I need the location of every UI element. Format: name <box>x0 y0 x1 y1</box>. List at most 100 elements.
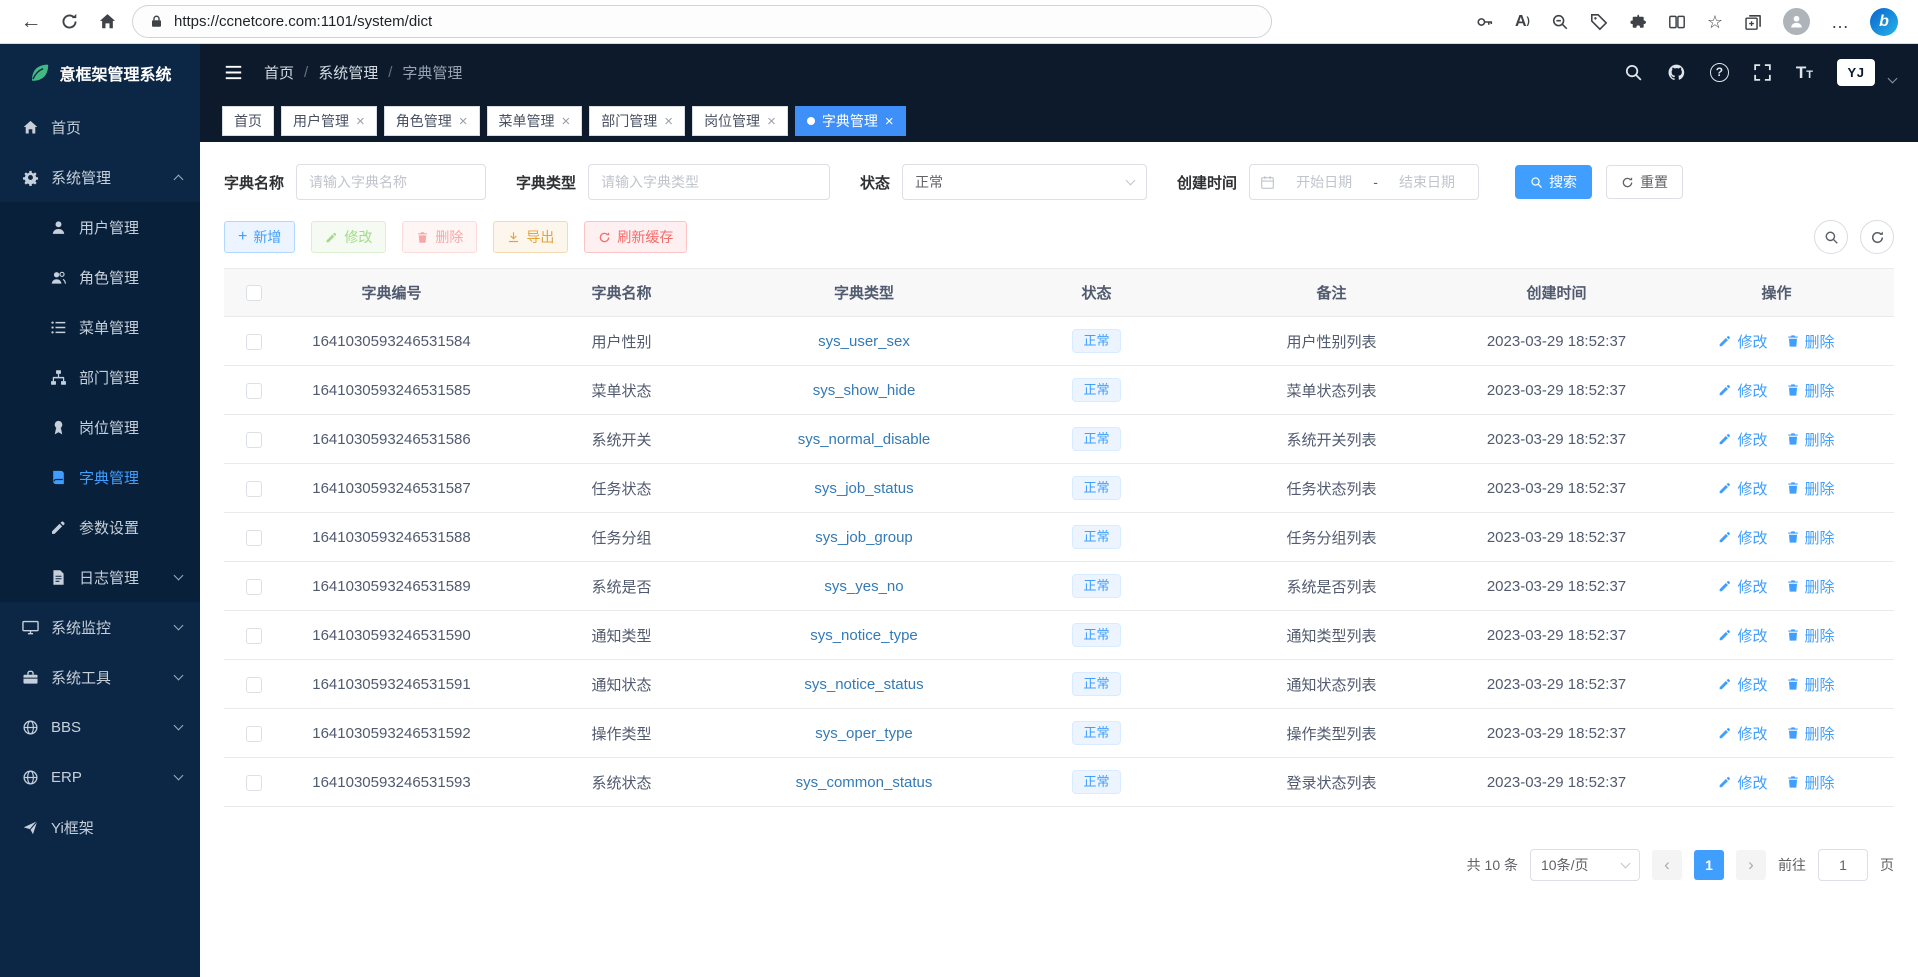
tab-dept-management[interactable]: 部门管理× <box>589 106 685 136</box>
add-button[interactable]: +新增 <box>224 221 295 253</box>
delete-link[interactable]: 删除 <box>1786 429 1835 450</box>
edit-button[interactable]: 修改 <box>311 221 386 253</box>
goto-page-input[interactable] <box>1818 849 1868 881</box>
bing-chat-icon[interactable]: b <box>1870 8 1898 36</box>
hide-search-button[interactable] <box>1814 220 1848 254</box>
collections-icon[interactable] <box>1744 13 1762 31</box>
sidebar-item-user-management[interactable]: 用户管理 <box>0 202 200 252</box>
edit-link[interactable]: 修改 <box>1718 576 1767 597</box>
refresh-table-button[interactable] <box>1860 220 1894 254</box>
password-key-icon[interactable] <box>1476 13 1494 31</box>
row-checkbox[interactable] <box>246 530 262 546</box>
row-checkbox[interactable] <box>246 432 262 448</box>
row-checkbox[interactable] <box>246 579 262 595</box>
dict-type-link[interactable]: sys_notice_type <box>810 627 918 644</box>
chevron-down-icon[interactable] <box>1888 73 1898 83</box>
sidebar-item-post-management[interactable]: 岗位管理 <box>0 402 200 452</box>
sidebar-item-system-monitor[interactable]: 系统监控 <box>0 602 200 652</box>
dict-type-link[interactable]: sys_job_group <box>815 529 913 546</box>
row-checkbox[interactable] <box>246 677 262 693</box>
date-range-picker[interactable]: 开始日期 - 结束日期 <box>1249 164 1479 200</box>
edit-link[interactable]: 修改 <box>1718 331 1767 352</box>
sidebar-item-log-management[interactable]: 日志管理 <box>0 552 200 602</box>
sidebar-item-bbs[interactable]: BBS <box>0 702 200 752</box>
fullscreen-icon[interactable] <box>1753 63 1772 82</box>
edit-link[interactable]: 修改 <box>1718 625 1767 646</box>
more-options-icon[interactable]: … <box>1831 13 1849 31</box>
breadcrumb-home[interactable]: 首页 <box>264 62 294 83</box>
tab-close-icon[interactable]: × <box>664 114 673 129</box>
dict-type-link[interactable]: sys_user_sex <box>818 333 910 350</box>
tab-dict-management[interactable]: 字典管理× <box>795 106 906 136</box>
reset-button[interactable]: 重置 <box>1606 165 1683 199</box>
delete-link[interactable]: 删除 <box>1786 527 1835 548</box>
delete-link[interactable]: 删除 <box>1786 331 1835 352</box>
tab-close-icon[interactable]: × <box>459 114 468 129</box>
tab-close-icon[interactable]: × <box>767 114 776 129</box>
help-icon[interactable]: ? <box>1710 63 1729 82</box>
dict-type-link[interactable]: sys_normal_disable <box>798 431 931 448</box>
page-size-select[interactable]: 10条/页 <box>1530 849 1640 881</box>
sidebar-item-role-management[interactable]: 角色管理 <box>0 252 200 302</box>
extensions-icon[interactable] <box>1629 13 1647 31</box>
breadcrumb-system[interactable]: 系统管理 <box>318 62 378 83</box>
browser-home-button[interactable] <box>88 3 126 41</box>
row-checkbox[interactable] <box>246 775 262 791</box>
sidebar-item-param-settings[interactable]: 参数设置 <box>0 502 200 552</box>
sidebar-item-home[interactable]: 首页 <box>0 102 200 152</box>
profile-avatar[interactable] <box>1783 8 1810 35</box>
dict-type-link[interactable]: sys_job_status <box>814 480 913 497</box>
dict-type-input[interactable] <box>588 164 830 200</box>
edit-link[interactable]: 修改 <box>1718 380 1767 401</box>
tab-close-icon[interactable]: × <box>562 114 571 129</box>
tab-close-icon[interactable]: × <box>885 114 894 129</box>
tab-role-management[interactable]: 角色管理× <box>384 106 480 136</box>
row-checkbox[interactable] <box>246 334 262 350</box>
tab-menu-management[interactable]: 菜单管理× <box>487 106 583 136</box>
font-size-icon[interactable]: TT <box>1796 64 1813 81</box>
row-checkbox[interactable] <box>246 628 262 644</box>
dict-type-link[interactable]: sys_common_status <box>796 774 933 791</box>
tab-close-icon[interactable]: × <box>356 114 365 129</box>
dict-name-input[interactable] <box>296 164 486 200</box>
current-page-button[interactable]: 1 <box>1694 850 1724 880</box>
status-select[interactable]: 正常 <box>902 164 1147 200</box>
delete-button[interactable]: 删除 <box>402 221 477 253</box>
edit-link[interactable]: 修改 <box>1718 772 1767 793</box>
edit-link[interactable]: 修改 <box>1718 478 1767 499</box>
row-checkbox[interactable] <box>246 481 262 497</box>
shopping-tag-icon[interactable] <box>1590 13 1608 31</box>
edit-link[interactable]: 修改 <box>1718 674 1767 695</box>
tab-home[interactable]: 首页 <box>222 106 274 136</box>
search-button[interactable]: 搜索 <box>1515 165 1592 199</box>
delete-link[interactable]: 删除 <box>1786 674 1835 695</box>
sidebar-item-yi-framework[interactable]: Yi框架 <box>0 802 200 852</box>
user-logo-mark[interactable]: YJ <box>1837 59 1875 86</box>
sidebar-item-system-tools[interactable]: 系统工具 <box>0 652 200 702</box>
tab-user-management[interactable]: 用户管理× <box>281 106 377 136</box>
delete-link[interactable]: 删除 <box>1786 576 1835 597</box>
delete-link[interactable]: 删除 <box>1786 772 1835 793</box>
dict-type-link[interactable]: sys_show_hide <box>813 382 916 399</box>
sidebar-item-dept-management[interactable]: 部门管理 <box>0 352 200 402</box>
delete-link[interactable]: 删除 <box>1786 478 1835 499</box>
dict-type-link[interactable]: sys_oper_type <box>815 725 913 742</box>
split-screen-icon[interactable] <box>1668 13 1686 31</box>
next-page-button[interactable]: › <box>1736 850 1766 880</box>
sidebar-toggle-hamburger-icon[interactable] <box>222 61 244 83</box>
browser-url-bar[interactable]: https://ccnetcore.com:1101/system/dict <box>132 5 1272 38</box>
delete-link[interactable]: 删除 <box>1786 380 1835 401</box>
edit-link[interactable]: 修改 <box>1718 723 1767 744</box>
row-checkbox[interactable] <box>246 383 262 399</box>
dict-type-link[interactable]: sys_notice_status <box>804 676 923 693</box>
sidebar-item-erp[interactable]: ERP <box>0 752 200 802</box>
sidebar-item-system-management[interactable]: 系统管理 <box>0 152 200 202</box>
dict-type-link[interactable]: sys_yes_no <box>824 578 903 595</box>
favorites-star-icon[interactable]: ☆ <box>1707 13 1723 31</box>
search-icon[interactable] <box>1624 63 1643 82</box>
export-button[interactable]: 导出 <box>493 221 568 253</box>
browser-refresh-button[interactable] <box>50 3 88 41</box>
github-icon[interactable] <box>1667 63 1686 82</box>
prev-page-button[interactable]: ‹ <box>1652 850 1682 880</box>
tab-post-management[interactable]: 岗位管理× <box>692 106 788 136</box>
